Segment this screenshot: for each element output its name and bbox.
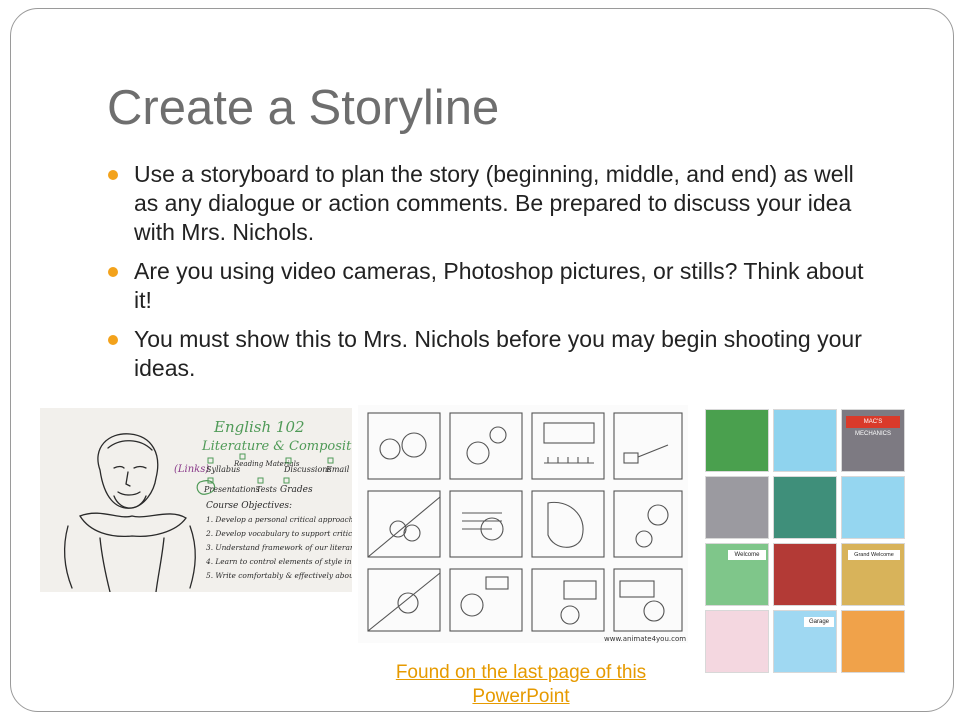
bullet-item: Use a storyboard to plan the story (begi… [106,160,866,247]
slide-title: Create a Storyline [107,81,500,135]
notes-objective: 3. Understand framework of our literary … [206,543,352,552]
cartoon-tile [841,476,905,539]
garage-sign: Garage [804,617,834,627]
bullet-list: Use a storyboard to plan the story (begi… [106,160,866,393]
bullet-dot-icon [108,170,118,180]
cartoon-tile [705,476,769,539]
cartoon-storyboard-image: MAC'S MECHANICS Welcome Grand Welcome Ga… [703,407,909,679]
notes-objective: 2. Develop vocabulary to support critica… [205,529,352,538]
notes-heading-line1: English 102 [213,418,305,436]
storyboard-watermark: www.animate4you.com [604,635,686,643]
bullet-text: Use a storyboard to plan the story (begi… [134,161,854,245]
cartoon-tile: Grand Welcome [841,543,905,606]
cartoon-tile: MAC'S MECHANICS [841,409,905,472]
notes-objective: 5. Write comfortably & effectively about… [206,571,352,580]
welcome-sign: Welcome [728,550,766,560]
bullet-item: Are you using video cameras, Photoshop p… [106,257,866,315]
cartoon-tile [773,476,837,539]
checkbox-icon [327,457,334,464]
cartoon-tile [841,610,905,673]
cartoon-tile [705,610,769,673]
bullet-text: Are you using video cameras, Photoshop p… [134,258,864,313]
storyboard-grid: www.animate4you.com [367,412,686,643]
source-link[interactable]: Found on the last page of this PowerPoin… [358,661,684,709]
notes-links-tag: (Links) [174,464,209,475]
bullet-text: You must show this to Mrs. Nichols befor… [134,326,862,381]
cartoon-tile [773,409,837,472]
cartoon-tile: Welcome [705,543,769,606]
bullet-dot-icon [108,335,118,345]
bullet-item: You must show this to Mrs. Nichols befor… [106,325,866,383]
notes-objective: 1. Develop a personal critical approach … [206,515,352,524]
notes-check-item: Discussions [283,465,332,474]
notes-check-item: Tests [256,485,277,494]
notes-check-item: Presentations [203,485,260,494]
notes-objective: 4. Learn to control elements of style in… [205,557,352,566]
cartoon-tile [773,543,837,606]
checkbox-icon [239,453,246,460]
mechanics-sign: MAC'S MECHANICS [846,416,900,437]
checkbox-icon [207,457,214,464]
notes-check-item: Email [325,465,350,474]
checkbox-icon [257,477,264,484]
notes-objectives-title: Course Objectives: [206,501,292,511]
shakespeare-notes-image: English 102 Literature & Composition (Li… [40,408,352,592]
grand-welcome-sign: Grand Welcome [848,550,900,560]
notes-heading-line2: Literature & Composition [201,439,352,454]
checkbox-icon [283,477,290,484]
notes-check-item: Grades [280,485,313,495]
storyboard-sketch-image: www.animate4you.com [358,405,688,643]
cartoon-tile [705,409,769,472]
cartoon-tile: Garage [773,610,837,673]
shakespeare-sketch: English 102 Literature & Composition (Li… [63,418,352,592]
bullet-dot-icon [108,267,118,277]
